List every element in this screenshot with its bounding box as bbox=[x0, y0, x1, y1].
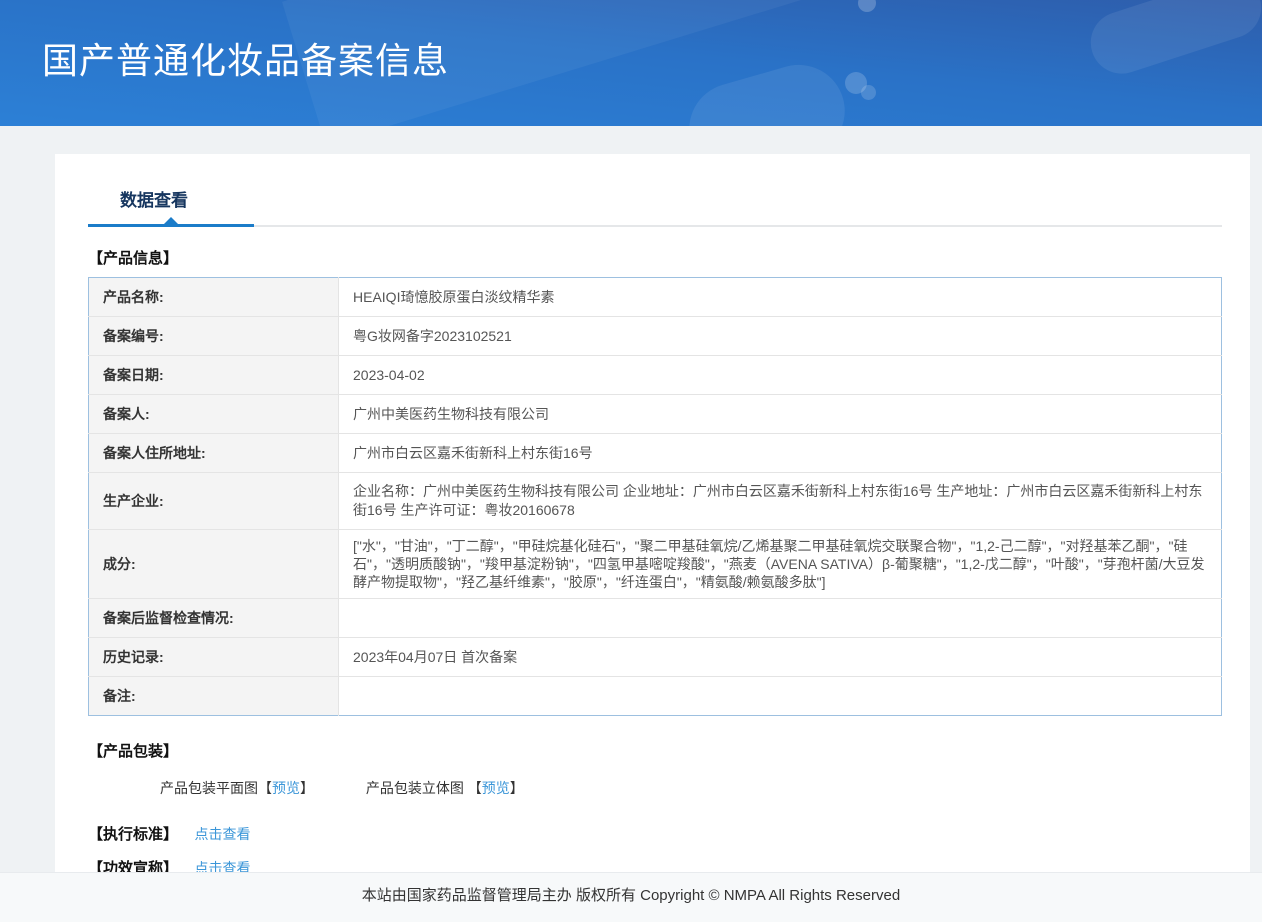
row-label: 产品名称: bbox=[88, 277, 339, 317]
packaging-stereo-item: 产品包装立体图 【预览】 bbox=[366, 780, 524, 796]
table-row-product-name: 产品名称: HEAIQI琦憶胶原蛋白淡纹精华素 bbox=[88, 277, 1222, 317]
tab-data-view-label: 数据查看 bbox=[120, 191, 188, 210]
table-row-manufacturer: 生产企业: 企业名称：广州中美医药生物科技有限公司 企业地址：广州市白云区嘉禾街… bbox=[88, 472, 1222, 530]
packaging-flat-bracket-close: 】 bbox=[300, 780, 314, 797]
table-row-registrant-address: 备案人住所地址: 广州市白云区嘉禾街新科上村东街16号 bbox=[88, 433, 1222, 473]
packaging-flat-label: 产品包装平面图【 bbox=[160, 780, 272, 797]
table-row-ingredients: 成分: ["水"，"甘油"，"丁二醇"，"甲硅烷基化硅石"，"聚二甲基硅氧烷/乙… bbox=[88, 529, 1222, 599]
row-label: 备案后监督检查情况: bbox=[88, 598, 339, 638]
tab-bar: 数据查看 bbox=[88, 154, 1222, 227]
packaging-flat-preview-link[interactable]: 预览 bbox=[272, 780, 300, 796]
section-heading-executive-standard: 【执行标准】 bbox=[88, 826, 179, 844]
banner-dot-decoration bbox=[858, 0, 876, 12]
row-value: 2023-04-02 bbox=[353, 366, 425, 383]
product-info-table: 产品名称: HEAIQI琦憶胶原蛋白淡纹精华素 备案编号: 粤G妆网备字2023… bbox=[88, 277, 1222, 717]
executive-standard-row: 【执行标准】 点击查看 bbox=[88, 823, 1222, 844]
banner-dot-decoration bbox=[845, 72, 867, 94]
table-row-registration-number: 备案编号: 粤G妆网备字2023102521 bbox=[88, 316, 1222, 356]
tab-arrow-icon bbox=[164, 217, 178, 224]
row-label: 成分: bbox=[88, 529, 339, 599]
page-header: 国产普通化妆品备案信息 bbox=[0, 0, 1262, 126]
table-row-remarks: 备注: bbox=[88, 676, 1222, 716]
packaging-stereo-preview-link[interactable]: 预览 bbox=[482, 780, 510, 796]
tab-data-view[interactable]: 数据查看 bbox=[88, 186, 254, 227]
page-title: 国产普通化妆品备案信息 bbox=[42, 40, 450, 81]
banner-pill-decoration bbox=[1082, 0, 1262, 82]
banner-pill-decoration bbox=[678, 54, 856, 126]
tab-active-underline bbox=[88, 224, 254, 227]
row-label: 历史记录: bbox=[88, 637, 339, 677]
table-row-registrant: 备案人: 广州中美医药生物科技有限公司 bbox=[88, 394, 1222, 434]
executive-standard-view-link[interactable]: 点击查看 bbox=[194, 826, 250, 842]
table-row-history: 历史记录: 2023年04月07日 首次备案 bbox=[88, 637, 1222, 677]
row-label: 备案人: bbox=[88, 394, 339, 434]
packaging-items: 产品包装平面图【预览】 产品包装立体图 【预览】 bbox=[160, 778, 1222, 798]
row-value: 广州市白云区嘉禾街新科上村东街16号 bbox=[353, 444, 593, 461]
table-row-supervision-check: 备案后监督检查情况: bbox=[88, 598, 1222, 638]
row-value: 企业名称：广州中美医药生物科技有限公司 企业地址：广州市白云区嘉禾街新科上村东街… bbox=[353, 483, 1203, 518]
row-value: 2023年04月07日 首次备案 bbox=[353, 648, 518, 665]
row-label: 备案日期: bbox=[88, 355, 339, 395]
banner-dot-decoration bbox=[861, 85, 876, 100]
section-heading-product-info: 【产品信息】 bbox=[88, 250, 179, 267]
packaging-flat-item: 产品包装平面图【预览】 bbox=[160, 780, 318, 796]
row-label: 备案人住所地址: bbox=[88, 433, 339, 473]
packaging-stereo-bracket-close: 】 bbox=[509, 780, 524, 797]
row-label: 备注: bbox=[88, 676, 339, 716]
footer-copyright-text: 本站由国家药品监督管理局主办 版权所有 Copyright © NMPA All… bbox=[361, 887, 901, 904]
section-heading-packaging: 【产品包装】 bbox=[88, 743, 179, 761]
row-label: 生产企业: bbox=[88, 472, 339, 530]
row-label: 备案编号: bbox=[88, 316, 339, 356]
row-value bbox=[339, 599, 1222, 638]
row-value: 广州中美医药生物科技有限公司 bbox=[353, 405, 549, 422]
row-value: HEAIQI琦憶胶原蛋白淡纹精华素 bbox=[353, 288, 555, 305]
row-value: 粤G妆网备字2023102521 bbox=[353, 327, 512, 344]
row-value: ["水"，"甘油"，"丁二醇"，"甲硅烷基化硅石"，"聚二甲基硅氧烷/乙烯基聚二… bbox=[353, 537, 1205, 591]
table-row-registration-date: 备案日期: 2023-04-02 bbox=[88, 355, 1222, 395]
row-value bbox=[339, 677, 1222, 716]
packaging-stereo-label: 产品包装立体图 【 bbox=[365, 780, 482, 797]
page-footer: 本站由国家药品监督管理局主办 版权所有 Copyright © NMPA All… bbox=[0, 872, 1262, 922]
content-card: 数据查看 【产品信息】 产品名称: HEAIQI琦憶胶原蛋白淡纹精华素 备案编号… bbox=[55, 154, 1250, 909]
